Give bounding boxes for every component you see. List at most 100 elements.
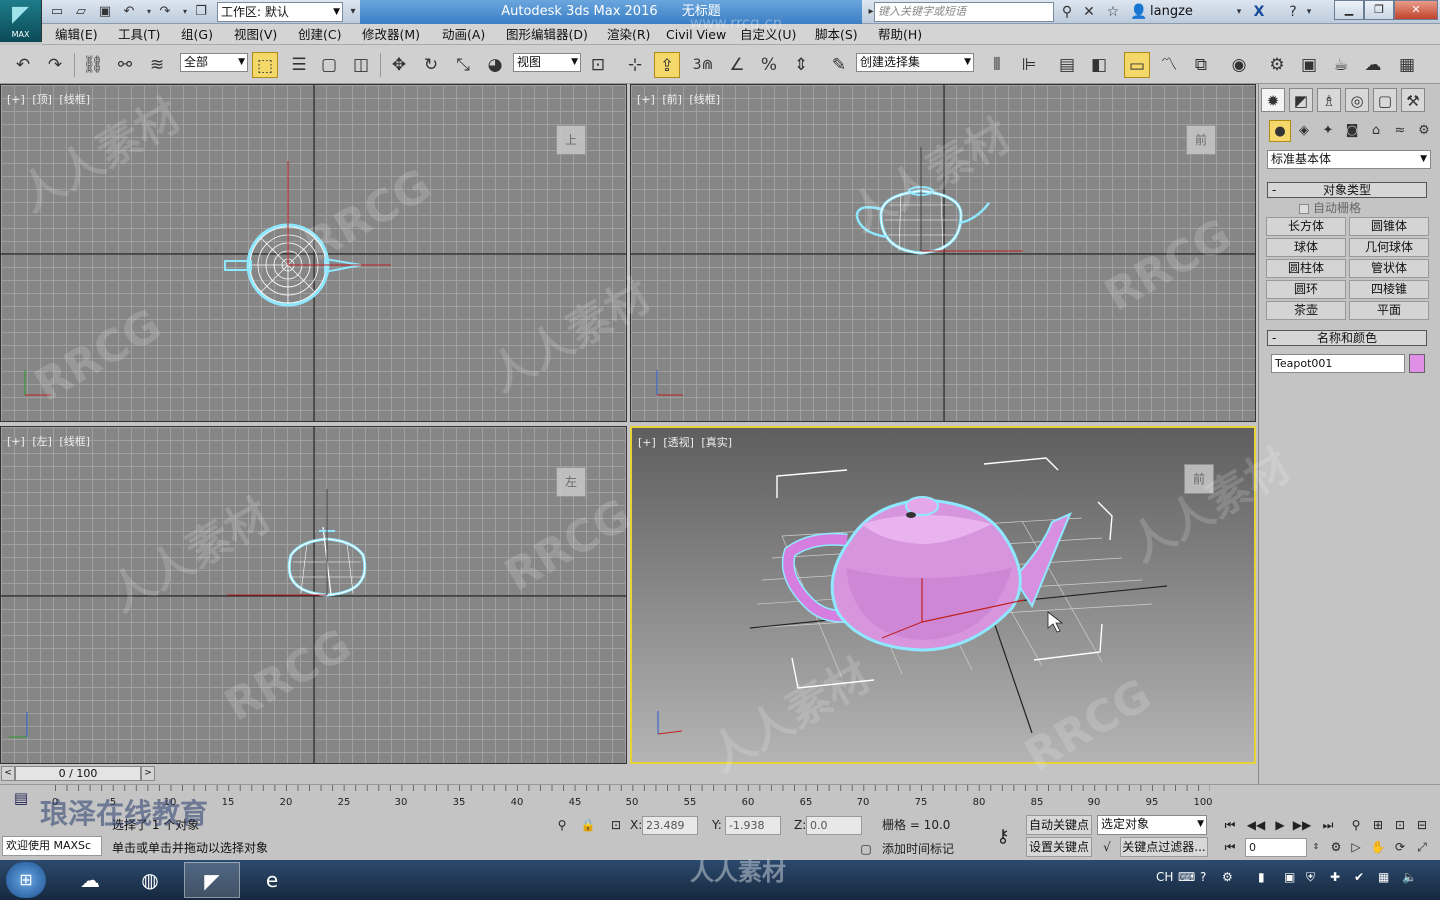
selection-filter-dropdown[interactable]: 全部 ▼	[180, 53, 248, 72]
keyboard-shortcut-override-icon[interactable]: ⇪	[654, 52, 680, 78]
select-and-scale-icon[interactable]: ⤡	[450, 52, 476, 78]
space-warps-icon[interactable]: ≈	[1389, 120, 1411, 142]
viewcube[interactable]: 上	[556, 125, 586, 155]
volume-icon[interactable]: 🔈	[1402, 870, 1417, 884]
rendered-frame-window-icon[interactable]: ▣	[1296, 52, 1322, 78]
user-dropdown-icon[interactable]: ▾	[1234, 2, 1244, 22]
y-coordinate-field[interactable]: -1.938	[725, 816, 781, 835]
edit-named-selection-icon[interactable]: ✎	[826, 52, 852, 78]
network-icon[interactable]: ▦	[1378, 870, 1389, 884]
named-selection-dropdown[interactable]: 创建选择集 ▼	[856, 53, 974, 72]
time-slider-thumb[interactable]: 0 / 100	[15, 766, 141, 781]
percent-snap-icon[interactable]: %	[756, 52, 782, 78]
object-category-dropdown[interactable]: 标准基本体 ▼	[1267, 150, 1431, 169]
snaps-toggle-icon[interactable]: 3⋒	[690, 52, 716, 78]
menu-group[interactable]: 组(G)	[181, 24, 213, 45]
time-slider[interactable]: < 0 / 100 >	[0, 766, 1258, 782]
select-manipulate-icon[interactable]: ⊹	[622, 52, 648, 78]
project-folder-icon[interactable]: ❐	[192, 3, 210, 21]
cameras-icon[interactable]: ◙	[1341, 120, 1363, 142]
select-object-icon[interactable]: ⬚	[252, 52, 278, 78]
object-name-field[interactable]: Teapot001	[1271, 354, 1405, 373]
toggle-ribbon-icon[interactable]: ▭	[1124, 52, 1150, 78]
go-to-start-icon[interactable]: ⏮	[1220, 816, 1240, 834]
redo-icon[interactable]: ↷	[156, 3, 174, 21]
set-key-icon[interactable]: ⚷	[986, 822, 1020, 852]
unlink-icon[interactable]: ⚯	[112, 52, 138, 78]
plane-button[interactable]: 平面	[1349, 301, 1429, 320]
time-configuration-icon[interactable]: ⚙	[1326, 838, 1346, 856]
select-by-name-icon[interactable]: ☰	[286, 52, 312, 78]
new-file-icon[interactable]: ▭	[48, 3, 66, 21]
teapot-button[interactable]: 茶壶	[1266, 301, 1346, 320]
viewcube[interactable]: 前	[1186, 125, 1216, 155]
bind-space-warp-icon[interactable]: ≋	[144, 52, 170, 78]
menu-tools[interactable]: 工具(T)	[118, 24, 160, 45]
cone-button[interactable]: 圆锥体	[1349, 217, 1429, 236]
help-dropdown-icon[interactable]: ▾	[1304, 2, 1314, 22]
tray-app-icon[interactable]: ✔	[1354, 870, 1364, 884]
menu-graph-editors[interactable]: 图形编辑器(D)	[506, 24, 588, 45]
name-and-color-rollout-header[interactable]: - 名称和颜色	[1267, 330, 1427, 346]
auto-key-button[interactable]: 自动关键点	[1026, 815, 1092, 835]
zoom-extents-all-icon[interactable]: ⊟	[1412, 816, 1432, 834]
viewport-perspective[interactable]: [+] [透视] [真实] 前	[630, 426, 1256, 764]
menu-modifiers[interactable]: 修改器(M)	[362, 24, 420, 45]
object-type-rollout-header[interactable]: - 对象类型	[1267, 182, 1427, 198]
select-and-rotate-icon[interactable]: ↻	[418, 52, 444, 78]
default-in-out-tangent-icon[interactable]: √	[1097, 838, 1117, 856]
rectangular-selection-icon[interactable]: ▢	[316, 52, 342, 78]
menu-edit[interactable]: 编辑(E)	[55, 24, 98, 45]
toggle-layer-explorer-icon[interactable]: ◧	[1086, 52, 1112, 78]
auto-grid-checkbox[interactable]: 自动栅格	[1299, 199, 1361, 216]
favorites-star-icon[interactable]: ☆	[1104, 2, 1122, 22]
mirror-icon[interactable]: ⫴	[984, 52, 1010, 78]
window-crossing-icon[interactable]: ◫	[348, 52, 374, 78]
sphere-button[interactable]: 球体	[1266, 238, 1346, 257]
pivot-center-icon[interactable]: ⊡	[585, 52, 611, 78]
spinner-snap-icon[interactable]: ⇕	[788, 52, 814, 78]
selection-lock-icon[interactable]: 🔒	[578, 816, 598, 834]
a360-gallery-icon[interactable]: ▦	[1394, 52, 1420, 78]
menu-scripting[interactable]: 脚本(S)	[815, 24, 858, 45]
frame-spinner-icon[interactable]: ⇕	[1306, 838, 1326, 856]
next-frame-icon[interactable]: ▶▶	[1292, 816, 1312, 834]
undo-icon[interactable]: ↶	[10, 52, 36, 78]
align-icon[interactable]: ⊫	[1016, 52, 1042, 78]
go-to-end-icon[interactable]: ⏭	[1318, 816, 1338, 834]
absolute-mode-transform-icon[interactable]: ⊡	[606, 816, 626, 834]
cylinder-button[interactable]: 圆柱体	[1266, 259, 1346, 278]
zoom-all-icon[interactable]: ⊞	[1368, 816, 1388, 834]
minimize-button[interactable]: ▁	[1334, 0, 1364, 20]
chrome-icon[interactable]: ◍	[122, 862, 178, 898]
teapot-shaded[interactable]	[781, 496, 1072, 652]
start-button[interactable]: ⊞	[6, 862, 46, 898]
geosphere-button[interactable]: 几何球体	[1349, 238, 1429, 257]
render-production-icon[interactable]: ☕	[1328, 52, 1354, 78]
lights-icon[interactable]: ✦	[1317, 120, 1339, 142]
viewport-front[interactable]: [+] [前] [线框] 前	[630, 84, 1256, 422]
input-language[interactable]: CH	[1156, 870, 1173, 884]
reference-coordinate-dropdown[interactable]: 视图 ▼	[513, 53, 581, 72]
menu-create[interactable]: 创建(C)	[298, 24, 341, 45]
motion-tab-icon[interactable]: ◎	[1345, 88, 1369, 112]
select-and-link-icon[interactable]: ⛓	[80, 52, 106, 78]
keyboard-icon[interactable]: ⌨	[1178, 870, 1195, 884]
key-filters-button[interactable]: 关键点过滤器...	[1120, 837, 1208, 857]
set-key-button[interactable]: 设置关键点	[1026, 837, 1092, 857]
geometry-icon[interactable]: ●	[1269, 120, 1291, 142]
security-shield-icon[interactable]: ⛨	[1306, 870, 1315, 885]
battery-icon[interactable]: ▮	[1258, 870, 1265, 884]
key-mode-toggle-icon[interactable]: ⏮	[1220, 838, 1240, 856]
menu-help[interactable]: 帮助(H)	[878, 24, 922, 45]
ime-settings-icon[interactable]: ⚙	[1222, 870, 1233, 884]
field-of-view-icon[interactable]: ▷	[1346, 838, 1366, 856]
isolate-selection-icon[interactable]: ⚲	[552, 816, 572, 834]
schematic-view-icon[interactable]: ⧉	[1188, 52, 1214, 78]
binoculars-icon[interactable]: ⚲	[1058, 2, 1076, 22]
next-frame-arrow-icon[interactable]: >	[141, 766, 155, 781]
play-animation-icon[interactable]: ▶	[1270, 816, 1290, 834]
utilities-tab-icon[interactable]: ⚒	[1401, 88, 1425, 112]
previous-frame-icon[interactable]: ◀◀	[1246, 816, 1266, 834]
box-button[interactable]: 长方体	[1266, 217, 1346, 236]
